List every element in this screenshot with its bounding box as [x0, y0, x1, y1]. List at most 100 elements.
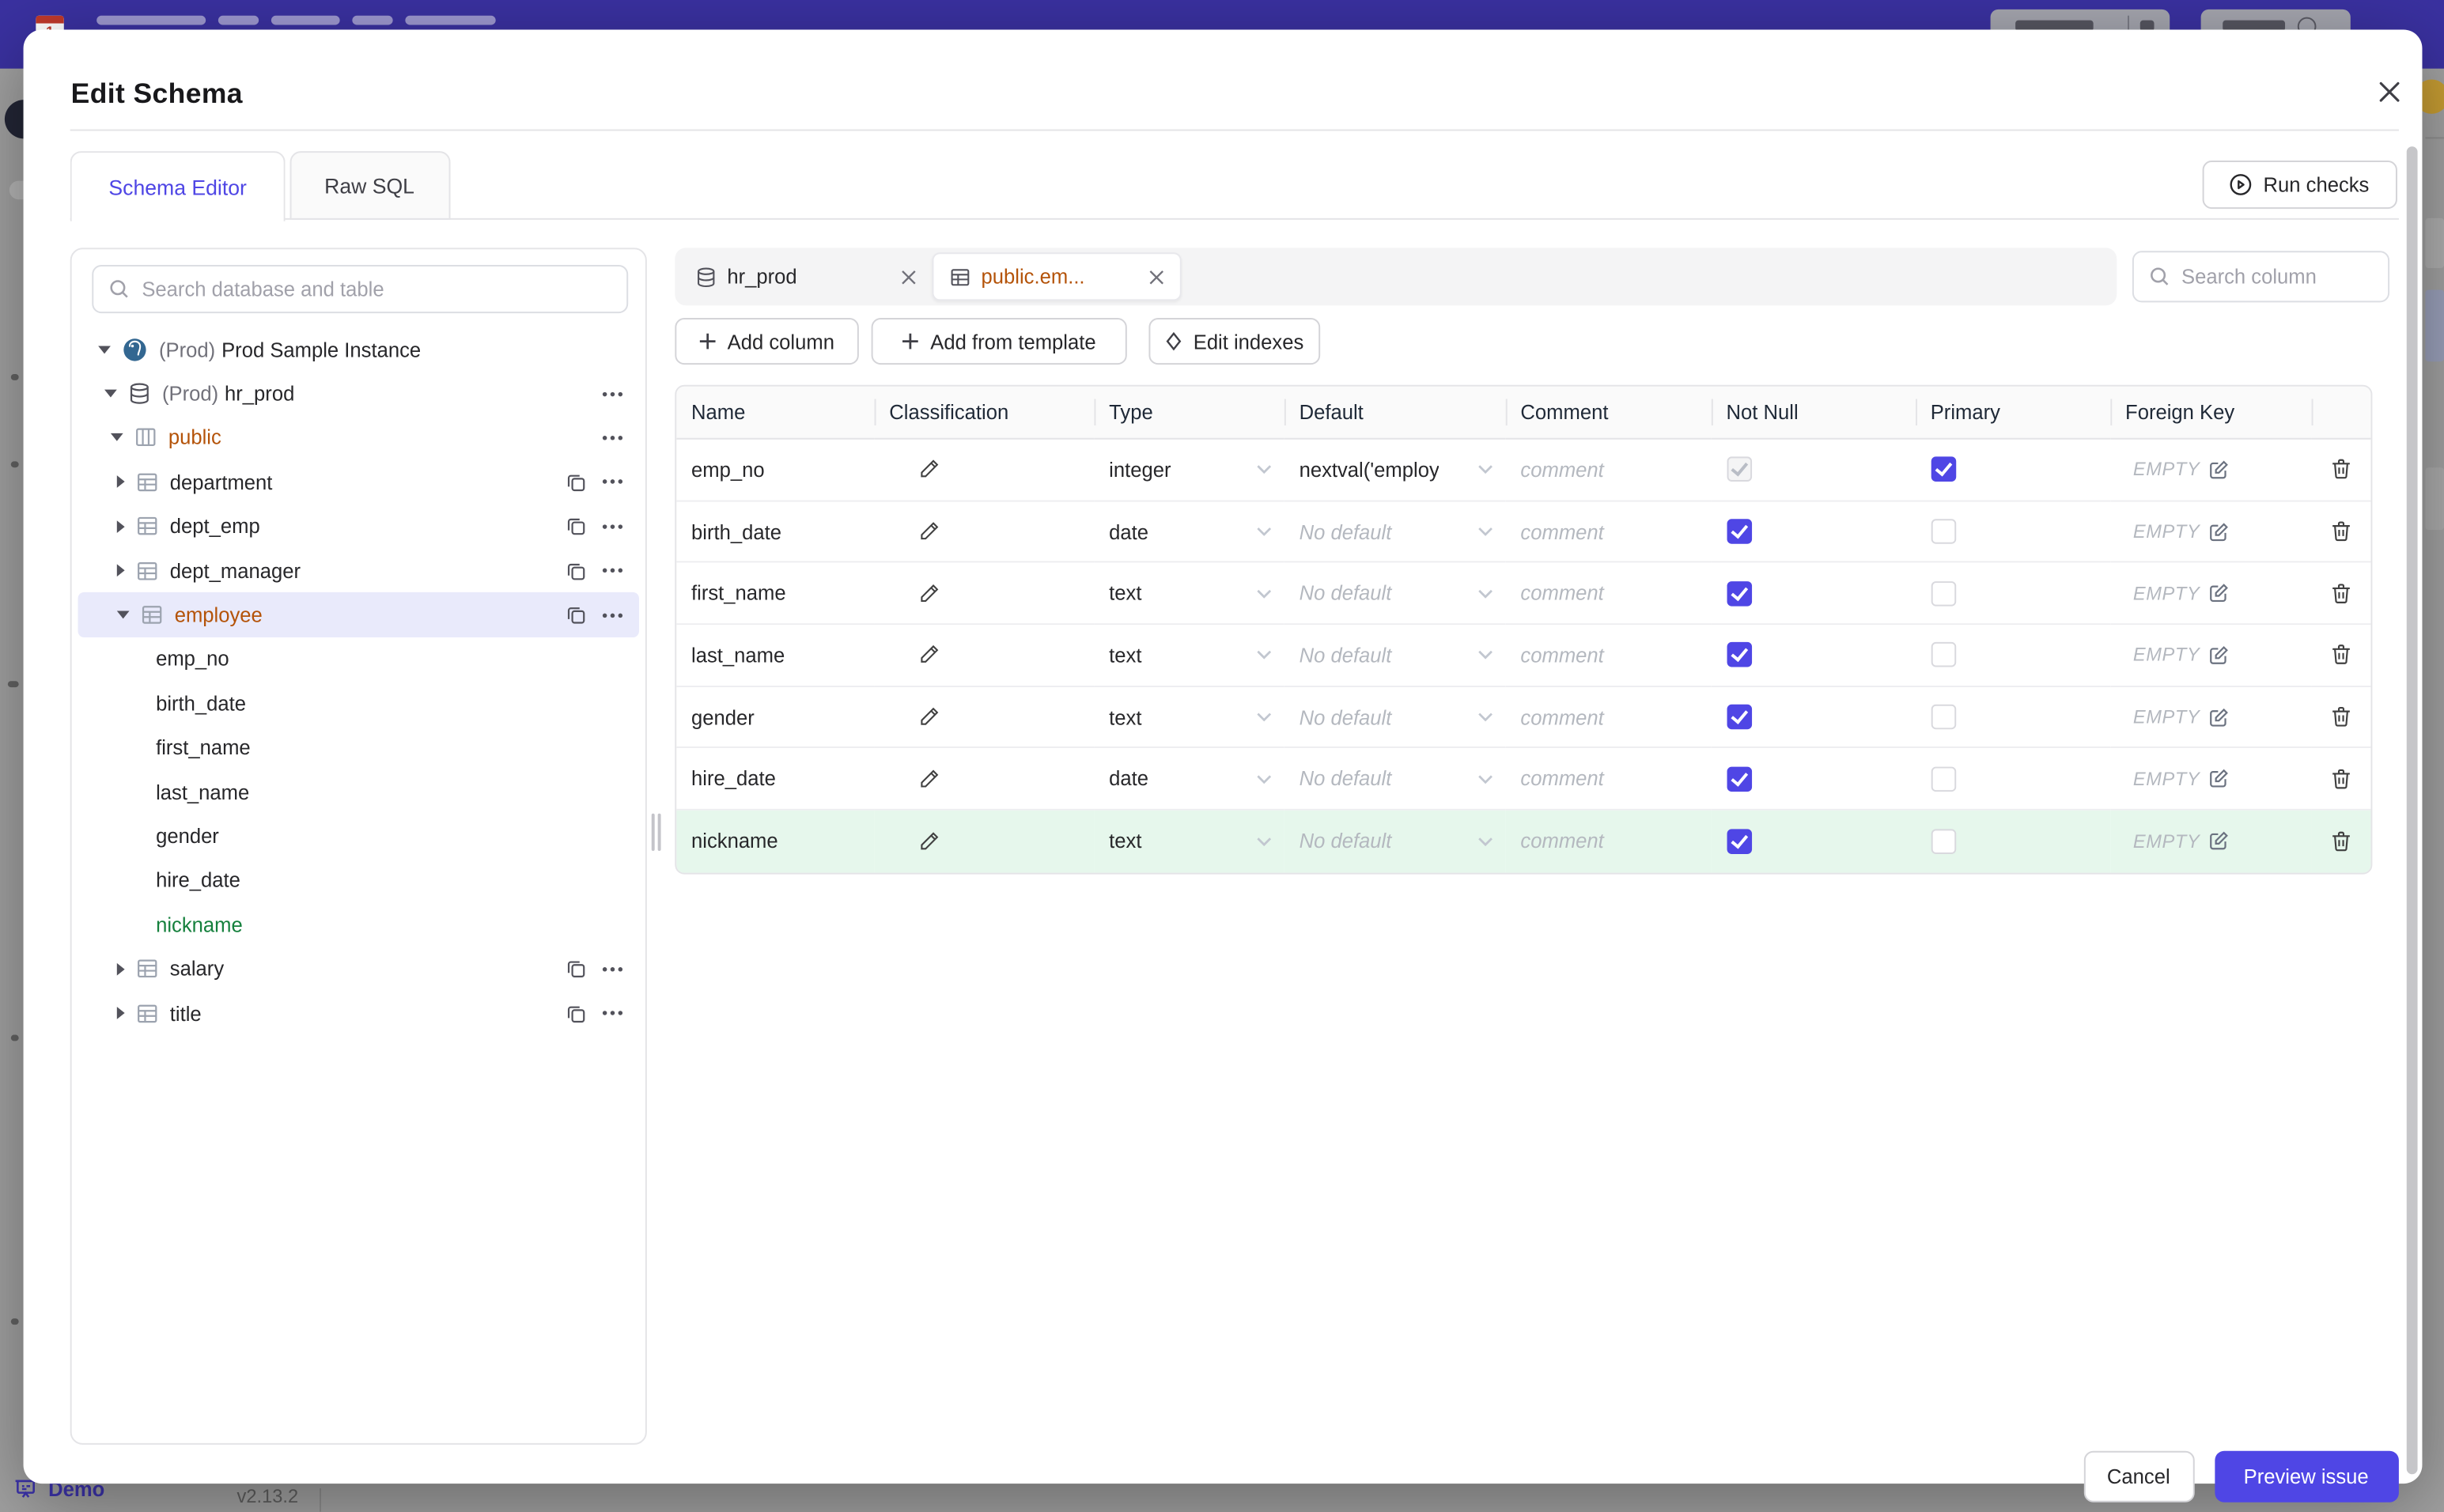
default-cell[interactable]: No default	[1283, 811, 1505, 873]
tree-item-table-title[interactable]: title	[78, 991, 638, 1035]
column-search-box[interactable]	[2131, 251, 2389, 303]
add-from-template-button[interactable]: Add from template	[870, 318, 1126, 365]
panel-resize-handle[interactable]	[650, 813, 662, 852]
not-null-checkbox[interactable]	[1726, 829, 1752, 854]
tree-search-input[interactable]	[142, 277, 611, 301]
chevron-down-icon[interactable]	[1477, 465, 1493, 474]
tab-raw-sql[interactable]: Raw SQL	[289, 151, 450, 220]
pencil-icon[interactable]	[917, 830, 940, 852]
tree-item-table-dept-manager[interactable]: dept_manager	[78, 549, 638, 593]
comment-cell[interactable]: comment	[1504, 625, 1711, 687]
caret-right-icon[interactable]	[116, 475, 125, 489]
chevron-down-icon[interactable]	[1255, 713, 1271, 722]
chevron-down-icon[interactable]	[1477, 774, 1493, 784]
comment-cell[interactable]: comment	[1504, 748, 1711, 811]
type-cell[interactable]: text	[1093, 563, 1284, 626]
column-name-cell[interactable]: nickname	[675, 811, 874, 873]
chevron-down-icon[interactable]	[1477, 588, 1493, 599]
chevron-down-icon[interactable]	[1477, 651, 1493, 660]
close-icon[interactable]	[2370, 74, 2407, 111]
type-cell[interactable]: text	[1093, 625, 1284, 687]
delete-column-icon[interactable]	[2329, 520, 2351, 542]
caret-right-icon[interactable]	[116, 520, 125, 533]
chevron-down-icon[interactable]	[1255, 465, 1271, 474]
tree-column-emp-no[interactable]: emp_no	[78, 637, 638, 681]
pencil-icon[interactable]	[917, 644, 940, 667]
more-actions-icon[interactable]	[601, 391, 623, 397]
not-null-checkbox[interactable]	[1726, 457, 1752, 482]
delete-column-icon[interactable]	[2329, 706, 2351, 728]
tree-item-instance[interactable]: (Prod) Prod Sample Instance	[78, 327, 638, 372]
tab-chip-public-employee[interactable]: public.em...	[931, 252, 1181, 301]
type-cell[interactable]: integer	[1093, 439, 1284, 501]
edit-foreign-key-icon[interactable]	[2209, 707, 2230, 728]
copy-icon[interactable]	[565, 958, 585, 979]
chevron-down-icon[interactable]	[1255, 527, 1271, 536]
close-icon[interactable]	[1148, 269, 1163, 285]
tree-item-table-dept-emp[interactable]: dept_emp	[78, 505, 638, 549]
not-null-checkbox[interactable]	[1726, 519, 1752, 544]
caret-right-icon[interactable]	[116, 962, 125, 975]
classification-cell[interactable]	[873, 563, 1094, 626]
run-checks-button[interactable]: Run checks	[2201, 160, 2397, 210]
chevron-down-icon[interactable]	[1255, 774, 1271, 784]
column-name-cell[interactable]: emp_no	[675, 439, 874, 501]
delete-column-icon[interactable]	[2329, 459, 2351, 481]
edit-foreign-key-icon[interactable]	[2209, 521, 2230, 542]
tree-item-table-salary[interactable]: salary	[78, 947, 638, 991]
more-actions-icon[interactable]	[601, 435, 623, 441]
edit-foreign-key-icon[interactable]	[2209, 645, 2230, 666]
copy-icon[interactable]	[565, 561, 585, 581]
caret-down-icon[interactable]	[110, 433, 123, 442]
caret-right-icon[interactable]	[116, 1007, 125, 1019]
not-null-checkbox[interactable]	[1726, 704, 1752, 730]
type-cell[interactable]: text	[1093, 686, 1284, 749]
comment-cell[interactable]: comment	[1504, 563, 1711, 626]
more-actions-icon[interactable]	[601, 524, 623, 530]
classification-cell[interactable]	[873, 811, 1094, 873]
not-null-checkbox[interactable]	[1726, 642, 1752, 668]
caret-down-icon[interactable]	[116, 610, 130, 619]
classification-cell[interactable]	[873, 748, 1094, 811]
edit-indexes-button[interactable]: Edit indexes	[1148, 318, 1320, 365]
default-cell[interactable]: No default	[1283, 625, 1505, 687]
caret-down-icon[interactable]	[98, 345, 111, 353]
column-name-cell[interactable]: birth_date	[675, 501, 874, 564]
copy-icon[interactable]	[565, 605, 585, 626]
tree-column-first-name[interactable]: first_name	[78, 725, 638, 769]
preview-issue-button[interactable]: Preview issue	[2214, 1450, 2398, 1503]
chevron-down-icon[interactable]	[1255, 588, 1271, 599]
more-actions-icon[interactable]	[601, 966, 623, 972]
pencil-icon[interactable]	[917, 706, 940, 728]
primary-checkbox[interactable]	[1930, 829, 1956, 854]
column-name-cell[interactable]: hire_date	[675, 748, 874, 811]
default-cell[interactable]: nextval('employ	[1283, 439, 1505, 501]
primary-checkbox[interactable]	[1930, 766, 1956, 792]
primary-checkbox[interactable]	[1930, 580, 1956, 607]
column-name-cell[interactable]: gender	[675, 686, 874, 749]
classification-cell[interactable]	[873, 686, 1094, 749]
column-search-input[interactable]	[2181, 265, 2372, 289]
chevron-down-icon[interactable]	[1255, 837, 1271, 847]
tree-item-schema[interactable]: public	[78, 416, 638, 460]
add-column-button[interactable]: Add column	[674, 318, 858, 365]
pencil-icon[interactable]	[917, 459, 940, 481]
tree-item-database[interactable]: (Prod) hr_prod	[78, 372, 638, 416]
comment-cell[interactable]: comment	[1504, 501, 1711, 564]
tab-schema-editor[interactable]: Schema Editor	[70, 151, 286, 221]
column-name-cell[interactable]: first_name	[675, 563, 874, 626]
comment-cell[interactable]: comment	[1504, 439, 1711, 501]
delete-column-icon[interactable]	[2329, 644, 2351, 667]
tree-item-table-employee[interactable]: employee	[78, 592, 639, 637]
chevron-down-icon[interactable]	[1477, 837, 1493, 847]
chevron-down-icon[interactable]	[1255, 651, 1271, 660]
delete-column-icon[interactable]	[2329, 768, 2351, 790]
type-cell[interactable]: date	[1093, 748, 1284, 811]
classification-cell[interactable]	[873, 501, 1094, 564]
not-null-checkbox[interactable]	[1726, 580, 1752, 607]
tree-column-gender[interactable]: gender	[78, 814, 638, 858]
default-cell[interactable]: No default	[1283, 686, 1505, 749]
default-cell[interactable]: No default	[1283, 748, 1505, 811]
caret-right-icon[interactable]	[116, 564, 125, 577]
cancel-button[interactable]: Cancel	[2083, 1450, 2194, 1503]
